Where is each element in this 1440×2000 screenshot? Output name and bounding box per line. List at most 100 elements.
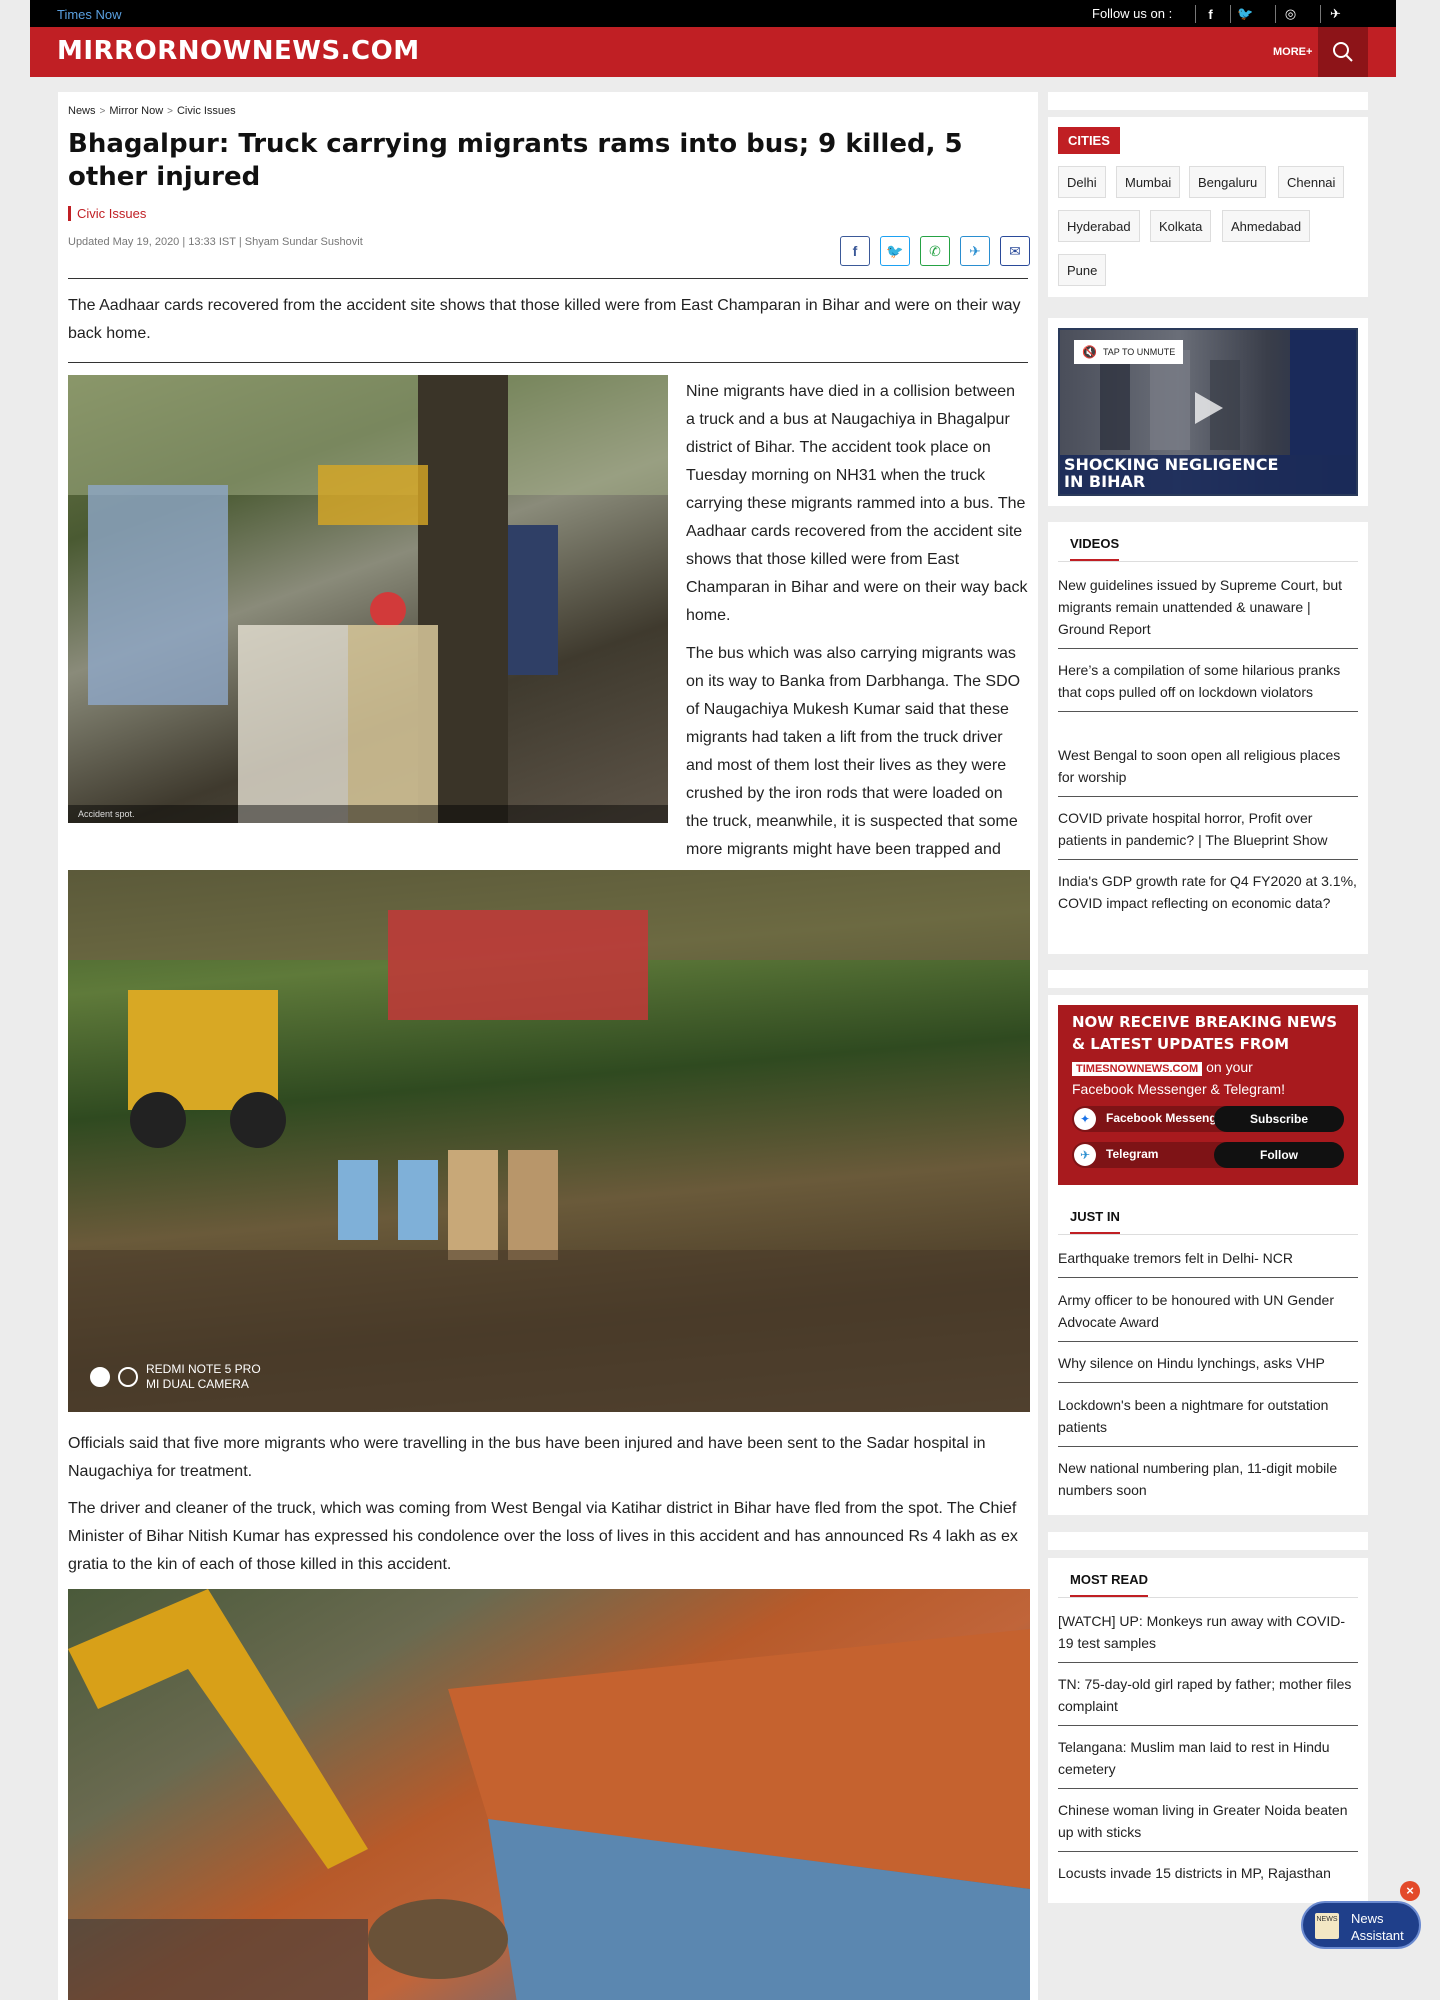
city-delhi[interactable]: Delhi (1058, 166, 1106, 198)
photo-scene (68, 1589, 1030, 2000)
byline: Updated May 19, 2020 | 13:33 IST | Shyam… (68, 236, 363, 248)
videos-widget: VIDEOS New guidelines issued by Supreme … (1048, 522, 1368, 954)
divider (68, 278, 1028, 279)
city-bengaluru[interactable]: Bengaluru (1189, 166, 1267, 198)
video-widget: 🔇 TAP TO UNMUTE SHOCKING NEGLIGENCE IN BI… (1048, 318, 1368, 506)
telegram-icon: ✈ (1074, 1144, 1096, 1166)
most-read-item[interactable]: Locusts invade 15 districts in MP, Rajas… (1058, 1862, 1358, 1892)
video-item[interactable]: New guidelines issued by Supreme Court, … (1058, 574, 1358, 649)
unmute-button[interactable]: 🔇 TAP TO UNMUTE (1074, 340, 1184, 364)
share-facebook-button[interactable]: f (840, 236, 870, 266)
unmute-label: TAP TO UNMUTE (1102, 347, 1176, 357)
city-chennai[interactable]: Chennai (1278, 166, 1345, 198)
top-bar: Times Now Follow us on : f 🐦 ◎ ✈ (30, 0, 1396, 27)
share-telegram-button[interactable]: ✈ (960, 236, 990, 266)
divider (68, 362, 1028, 363)
site-header: MIRRORNOWNEWS.COM MORE+ (30, 27, 1396, 77)
promo-heading: NOW RECEIVE BREAKING NEWS & LATEST UPDATE… (1072, 1013, 1338, 1053)
twitter-icon[interactable]: 🐦 (1230, 5, 1260, 23)
most-read-header: MOST READ (1058, 1558, 1358, 1598)
twitter-icon: 🐦 (886, 242, 904, 259)
article-column: News > Mirror Now > Civic Issues Bhagalpur: … (58, 92, 1038, 2000)
city-pune[interactable]: Pune (1058, 254, 1107, 286)
body-paragraph: Officials said that five more migrants w… (68, 1435, 986, 1480)
facebook-icon[interactable]: f (1195, 5, 1225, 23)
category-link[interactable]: Civic Issues (68, 206, 146, 221)
article-summary: The Aadhaar cards recovered from the acc… (68, 297, 1021, 342)
instagram-icon[interactable]: ◎ (1275, 5, 1305, 23)
breadcrumb-civic-issues[interactable]: Civic Issues (177, 105, 236, 117)
follow-button[interactable]: Follow (1214, 1142, 1344, 1168)
promo-text: TIMESNOWNEWS.COM on your Facebook Messen… (1072, 1059, 1285, 1097)
telegram-row: ✈ Telegram Follow (1072, 1142, 1344, 1168)
follow-label: Follow us on : (1092, 6, 1173, 21)
news-icon: NEWS (1315, 1913, 1339, 1939)
messenger-icon: ✦ (1074, 1108, 1096, 1130)
most-read-item[interactable]: Telangana: Muslim man laid to rest in Hi… (1058, 1736, 1358, 1789)
assistant-label: News Assistant (1351, 1911, 1404, 1943)
accident-photo: Accident spot. (68, 375, 668, 823)
whatsapp-icon: ✆ (929, 242, 941, 259)
breadcrumb-news[interactable]: News (68, 105, 96, 117)
rescue-photo: REDMI NOTE 5 PRO MI DUAL CAMERA (68, 870, 1030, 1412)
just-in-item[interactable]: Lockdown's been a nightmare for outstati… (1058, 1394, 1358, 1447)
search-button[interactable] (1318, 27, 1368, 77)
city-kolkata[interactable]: Kolkata (1150, 210, 1212, 242)
video-item[interactable]: Here’s a compilation of some hilarious p… (1058, 659, 1358, 712)
messenger-label: Facebook Messenger (1106, 1111, 1229, 1125)
messenger-row: ✦ Facebook Messenger Subscribe (1072, 1106, 1344, 1132)
city-ahmedabad[interactable]: Ahmedabad (1222, 210, 1311, 242)
telegram-icon[interactable]: ✈ (1320, 5, 1350, 23)
sidebar-spacer (1048, 1532, 1368, 1550)
just-in-header: JUST IN (1058, 1195, 1358, 1235)
overturned-truck-photo (68, 1589, 1030, 2000)
city-hyderabad[interactable]: Hyderabad (1058, 210, 1140, 242)
most-read-item[interactable]: Chinese woman living in Greater Noida be… (1058, 1799, 1358, 1852)
image-caption: Accident spot. (68, 805, 668, 823)
just-in-item[interactable]: New national numbering plan, 11-digit mo… (1058, 1457, 1358, 1509)
telegram-label: Telegram (1106, 1147, 1159, 1161)
just-in-widget: JUST IN Earthquake tremors felt in Delhi… (1048, 1195, 1368, 1515)
mute-icon: 🔇 (1082, 345, 1097, 359)
share-email-button[interactable]: ✉ (1000, 236, 1030, 266)
site-logo[interactable]: MIRRORNOWNEWS.COM (57, 36, 420, 66)
breaking-news-promo: NOW RECEIVE BREAKING NEWS & LATEST UPDATE… (1058, 1005, 1358, 1185)
sidebar-spacer (1048, 970, 1368, 988)
breadcrumb-mirror-now[interactable]: Mirror Now (109, 105, 163, 117)
camera-watermark: REDMI NOTE 5 PRO MI DUAL CAMERA (90, 1362, 261, 1392)
times-now-link[interactable]: Times Now (57, 7, 122, 22)
most-read-widget: MOST READ [WATCH] UP: Monkeys run away w… (1048, 1558, 1368, 1903)
just-in-item[interactable]: Army officer to be honoured with UN Gend… (1058, 1289, 1358, 1342)
video-player[interactable]: 🔇 TAP TO UNMUTE SHOCKING NEGLIGENCE IN BI… (1058, 328, 1358, 496)
cities-title: CITIES (1058, 127, 1120, 154)
more-menu-button[interactable]: MORE+ (1273, 46, 1312, 58)
breadcrumb: News > Mirror Now > Civic Issues (68, 105, 236, 117)
city-mumbai[interactable]: Mumbai (1116, 166, 1181, 198)
most-read-item[interactable]: [WATCH] UP: Monkeys run away with COVID-… (1058, 1610, 1358, 1663)
video-headline: SHOCKING NEGLIGENCE IN BIHAR (1064, 455, 1279, 491)
telegram-icon: ✈ (969, 242, 981, 259)
videos-header: VIDEOS (1058, 522, 1358, 562)
share-twitter-button[interactable]: 🐦 (880, 236, 910, 266)
subscribe-button[interactable]: Subscribe (1214, 1106, 1344, 1132)
email-icon: ✉ (1009, 242, 1021, 259)
close-icon[interactable]: × (1400, 1881, 1420, 1901)
search-icon (1333, 42, 1353, 62)
just-in-item[interactable]: Earthquake tremors felt in Delhi- NCR (1058, 1247, 1358, 1278)
video-item[interactable]: India's GDP growth rate for Q4 FY2020 at… (1058, 870, 1358, 922)
news-assistant-button[interactable]: NEWS News Assistant (1301, 1901, 1421, 1949)
just-in-item[interactable]: Why silence on Hindu lynchings, asks VHP (1058, 1352, 1358, 1383)
sidebar-spacer (1048, 92, 1368, 110)
most-read-item[interactable]: TN: 75-day-old girl raped by father; mot… (1058, 1673, 1358, 1726)
facebook-icon: f (852, 243, 858, 259)
photo-scene (68, 870, 1030, 1412)
share-whatsapp-button[interactable]: ✆ (920, 236, 950, 266)
video-item[interactable]: West Bengal to soon open all religious p… (1058, 744, 1358, 797)
promo-brand: TIMESNOWNEWS.COM (1072, 1062, 1203, 1076)
play-icon[interactable] (1195, 392, 1223, 424)
article-title: Bhagalpur: Truck carrying migrants rams … (68, 129, 963, 192)
photo-scene (68, 375, 668, 823)
body-paragraph: The driver and cleaner of the truck, whi… (68, 1500, 1018, 1573)
cities-widget: CITIES Delhi Mumbai Bengaluru Chennai Hy… (1048, 117, 1368, 297)
video-item[interactable]: COVID private hospital horror, Profit ov… (1058, 807, 1358, 860)
